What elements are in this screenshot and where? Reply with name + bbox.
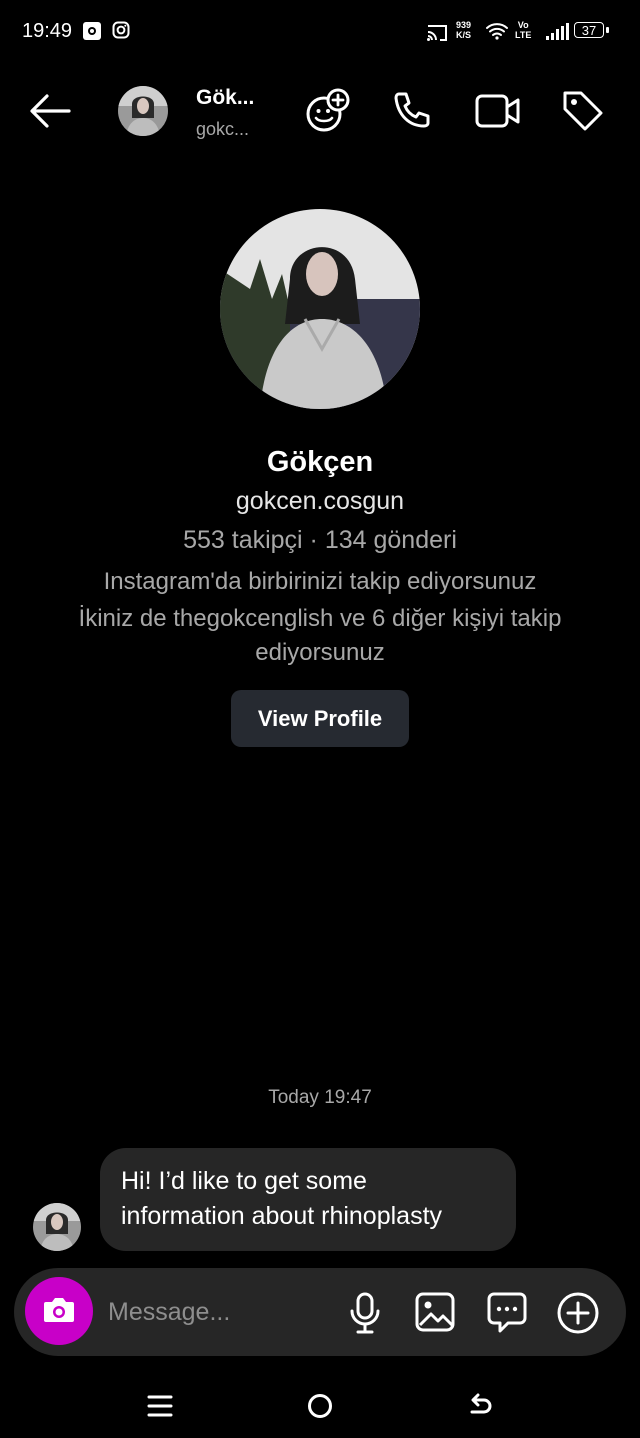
view-profile-button[interactable]: View Profile bbox=[231, 690, 409, 747]
chat-bubble-icon[interactable] bbox=[486, 1291, 528, 1335]
image-icon[interactable] bbox=[414, 1291, 456, 1333]
camera-button[interactable] bbox=[25, 1277, 93, 1345]
instagram-notification-icon bbox=[112, 21, 130, 39]
profile-username: gokcen.cosgun bbox=[235, 487, 405, 515]
arrow-left-icon[interactable] bbox=[28, 92, 72, 130]
microphone-icon[interactable] bbox=[348, 1291, 382, 1335]
cast-icon bbox=[427, 25, 447, 41]
face-plus-icon[interactable] bbox=[304, 88, 350, 134]
volte-bottom: LTE bbox=[515, 30, 532, 40]
tag-icon[interactable] bbox=[560, 88, 606, 134]
wifi-icon bbox=[486, 23, 508, 40]
menu-icon[interactable] bbox=[146, 1392, 174, 1420]
battery-indicator: 37 bbox=[574, 22, 604, 38]
header-avatar[interactable] bbox=[118, 86, 168, 136]
message-input[interactable] bbox=[108, 1290, 338, 1334]
video-camera-icon[interactable] bbox=[474, 92, 522, 130]
volte-top: Vo bbox=[517, 20, 529, 30]
network-speed: 939 K/S bbox=[456, 20, 471, 40]
signal-icon bbox=[546, 23, 569, 40]
common-follow-text: İkiniz de thegokcenglish ve 6 diğer kişi… bbox=[78, 605, 562, 666]
volte-indicator: Vo LTE bbox=[515, 20, 531, 40]
camera-icon bbox=[44, 1298, 74, 1322]
header-username[interactable]: gokc... bbox=[196, 119, 249, 140]
back-nav-icon[interactable] bbox=[466, 1392, 494, 1420]
screen-record-icon bbox=[83, 22, 101, 40]
profile-photo[interactable] bbox=[220, 209, 420, 409]
message-sender-avatar[interactable] bbox=[33, 1203, 81, 1251]
message-timestamp: Today 19:47 bbox=[268, 1087, 372, 1108]
network-speed-unit: K/S bbox=[456, 30, 472, 40]
status-time: 19:49 bbox=[22, 20, 73, 42]
home-icon[interactable] bbox=[306, 1392, 334, 1420]
network-speed-value: 939 bbox=[456, 20, 472, 30]
message-bubble[interactable]: Hi! I’d like to get some information abo… bbox=[100, 1148, 516, 1251]
profile-name: Gökçen bbox=[266, 446, 374, 478]
mutual-follow-text: Instagram'da birbirinizi takip ediyorsun… bbox=[103, 568, 537, 595]
plus-circle-icon[interactable] bbox=[556, 1291, 600, 1335]
battery-tip bbox=[606, 27, 609, 33]
header-name[interactable]: Gök... bbox=[196, 86, 254, 110]
profile-stats: 553 takipçi · 134 gönderi bbox=[183, 526, 457, 554]
phone-icon[interactable] bbox=[390, 90, 434, 134]
